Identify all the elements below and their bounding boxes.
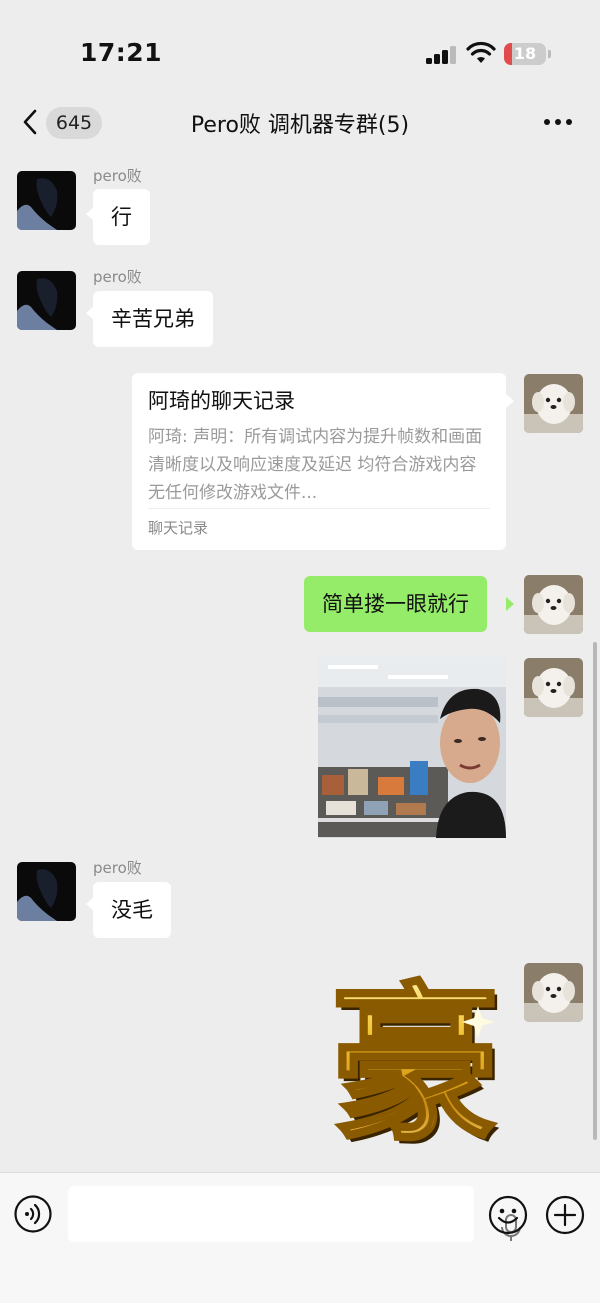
message-bubble[interactable]: 行 (93, 189, 150, 245)
status-time: 17:21 (80, 38, 163, 67)
sticker-message[interactable]: 豪 豪 (320, 966, 510, 1146)
card-footer: 聊天记录 (148, 508, 490, 538)
input-bar (0, 1172, 600, 1303)
avatar[interactable] (524, 575, 583, 634)
cellular-signal-icon (426, 46, 458, 64)
avatar[interactable] (17, 271, 76, 330)
more-dots-icon[interactable] (544, 119, 574, 127)
message-bubble[interactable]: 简单搂一眼就行 (304, 576, 487, 632)
chevron-left-icon[interactable] (18, 107, 42, 137)
voice-icon[interactable] (14, 1195, 52, 1233)
avatar[interactable] (17, 171, 76, 230)
card-preview: 阿琦: 声明：所有调试内容为提升帧数和画面清晰度以及响应速度及延迟 均符合游戏内… (148, 427, 483, 503)
battery-level: 18 (513, 44, 537, 63)
unread-count-badge[interactable]: 645 (46, 107, 102, 139)
sender-name: pero败 (93, 167, 142, 185)
plus-icon[interactable] (545, 1195, 585, 1235)
wifi-icon (466, 41, 496, 63)
emoji-icon[interactable] (488, 1195, 528, 1235)
sender-name: pero败 (93, 268, 142, 286)
avatar[interactable] (524, 374, 583, 433)
chat-record-card[interactable]: 阿琦的聊天记录 阿琦: 声明：所有调试内容为提升帧数和画面清晰度以及响应速度及延… (132, 373, 506, 550)
photo-message[interactable] (318, 657, 506, 838)
nav-bar: 645 Pero败 调机器专群(5) (0, 95, 600, 151)
message-bubble[interactable]: 没毛 (93, 882, 171, 938)
battery-tip (548, 50, 551, 58)
avatar[interactable] (17, 862, 76, 921)
avatar[interactable] (524, 658, 583, 717)
scrollbar[interactable] (593, 642, 597, 1140)
card-title: 阿琦的聊天记录 (148, 389, 295, 413)
battery-icon: 18 (504, 43, 546, 65)
sender-name: pero败 (93, 859, 142, 877)
message-bubble[interactable]: 辛苦兄弟 (93, 291, 213, 347)
avatar[interactable] (524, 963, 583, 1022)
message-input[interactable] (68, 1186, 521, 1242)
chat-title: Pero败 调机器专群(5) (190, 113, 410, 138)
status-bar: 17:21 18 (0, 0, 600, 100)
sticker-text: 豪 (330, 967, 500, 1146)
